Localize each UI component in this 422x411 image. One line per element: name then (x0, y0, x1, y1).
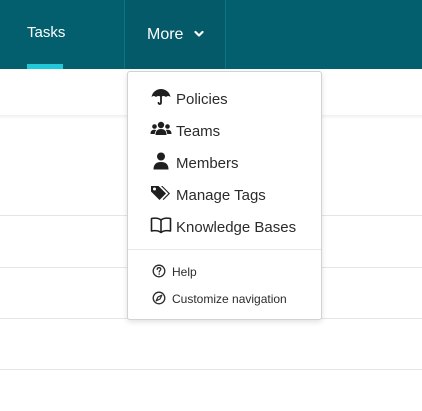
nav-tab-more[interactable]: More (124, 0, 226, 69)
menu-item-policies[interactable]: Policies (128, 82, 321, 112)
menu-item-teams[interactable]: Teams (128, 114, 321, 144)
menu-item-label: Policies (176, 91, 228, 108)
menu-item-label: Help (172, 265, 197, 279)
menu-item-label: Knowledge Bases (176, 219, 297, 236)
table-row-divider (0, 369, 422, 370)
top-navigation-bar: Tasks More (0, 0, 422, 69)
menu-item-label: Members (176, 155, 239, 172)
umbrella-icon (151, 89, 171, 105)
compass-icon (152, 291, 166, 305)
menu-item-manage-tags[interactable]: Manage Tags (128, 178, 321, 208)
tags-icon (151, 186, 170, 200)
nav-tab-more-label: More (147, 26, 184, 43)
menu-item-label: Manage Tags (176, 187, 266, 204)
more-dropdown-menu: Policies Teams Members Manage Tags Knowl… (127, 71, 322, 320)
nav-tab-tasks-label: Tasks (27, 24, 66, 41)
menu-item-knowledge-bases[interactable]: Knowledge Bases (128, 210, 321, 240)
question-circle-icon (152, 264, 166, 278)
active-tab-indicator (27, 64, 63, 69)
menu-divider (128, 249, 321, 250)
menu-item-members[interactable]: Members (128, 146, 321, 176)
menu-item-help[interactable]: Help (128, 258, 321, 288)
book-icon (150, 217, 172, 234)
chevron-down-icon (194, 30, 204, 37)
menu-item-customize-navigation[interactable]: Customize navigation (128, 285, 321, 315)
nav-tab-tasks[interactable]: Tasks (0, 0, 124, 69)
users-icon (150, 121, 172, 135)
user-icon (153, 152, 169, 170)
menu-item-label: Teams (176, 123, 221, 140)
menu-item-label: Customize navigation (172, 292, 287, 306)
